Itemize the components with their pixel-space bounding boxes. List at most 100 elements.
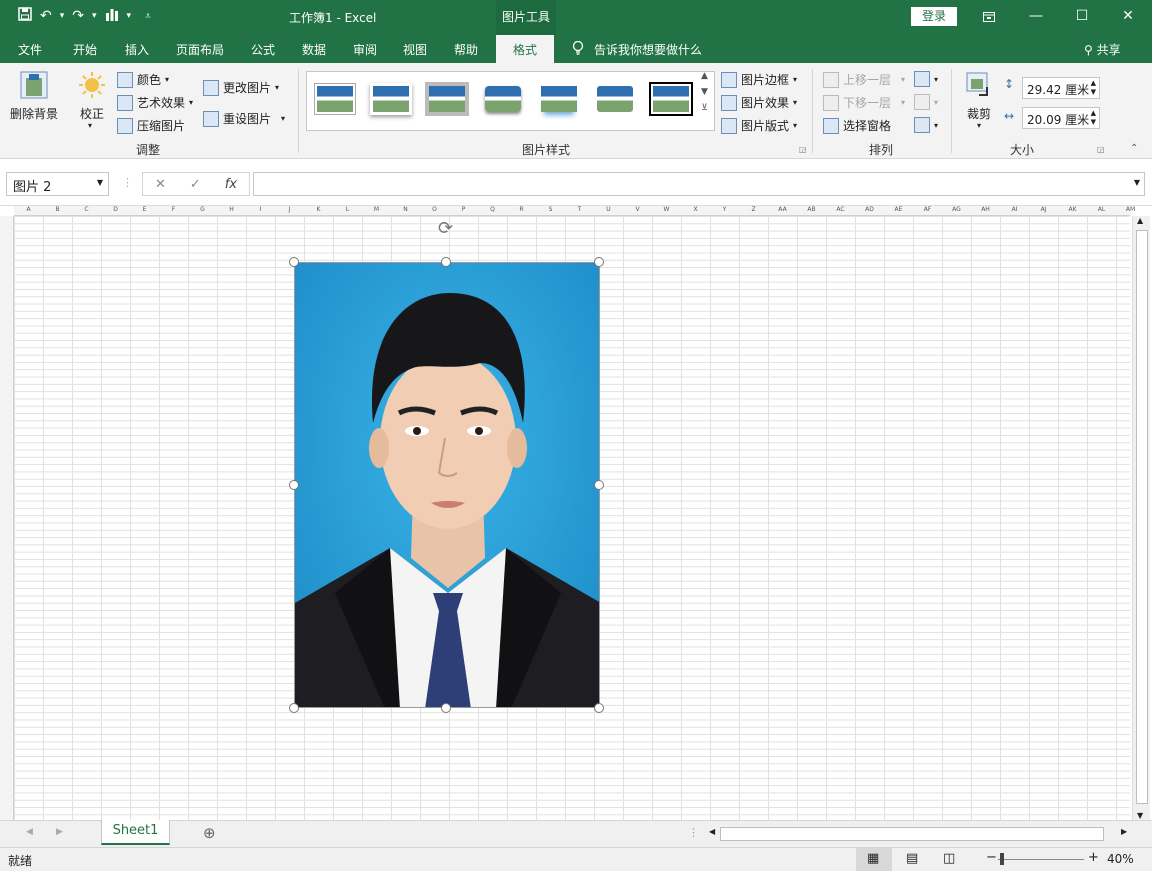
gallery-scroll[interactable]: ▲ ▼ ⊻ [701, 71, 708, 113]
customize-icon[interactable]: ⩡ [145, 11, 151, 22]
minimize-icon[interactable]: — [1013, 0, 1059, 35]
picture-style-1[interactable] [313, 82, 357, 116]
scroll-down-icon[interactable]: ▼ [1137, 811, 1143, 820]
scroll-right-icon[interactable]: ▶ [1121, 827, 1127, 836]
picture-effects-button[interactable]: 图片效果 ▾ [721, 94, 797, 111]
picture-layout-button[interactable]: 图片版式 ▾ [721, 117, 797, 134]
dialog-launcher-icon[interactable]: ◲ [799, 145, 807, 154]
tab-home[interactable]: 开始 [73, 41, 97, 58]
column-header[interactable]: W [652, 206, 681, 213]
column-header[interactable]: O [420, 206, 449, 213]
tell-me-search[interactable]: 告诉我你想要做什么 [572, 40, 702, 58]
rotate-button[interactable]: ▾ [914, 117, 938, 133]
normal-view-button[interactable]: ▦ [856, 848, 892, 871]
resize-handle-top[interactable] [441, 257, 451, 267]
column-header[interactable]: AH [971, 206, 1000, 213]
resize-handle-bottom[interactable] [441, 703, 451, 713]
scroll-down-icon[interactable]: ▼ [701, 87, 708, 97]
spinner-icon[interactable]: ▲ ▼ [1091, 109, 1096, 127]
picture-style-3[interactable] [425, 82, 469, 116]
dropdown-arrow-icon[interactable]: ▾ [92, 11, 97, 21]
undo-icon[interactable]: ↶ [40, 8, 52, 24]
collapse-ribbon-icon[interactable]: ⌃ [1130, 143, 1138, 154]
picture-style-7[interactable] [649, 82, 693, 116]
scroll-left-icon[interactable]: ◀ [709, 827, 715, 836]
remove-background-button[interactable]: 删除背景 [10, 105, 58, 122]
vertical-scrollbar[interactable]: ▲ ▼ [1132, 216, 1150, 820]
column-header[interactable]: T [565, 206, 594, 213]
tab-view[interactable]: 视图 [403, 41, 427, 58]
enter-icon[interactable]: ✓ [190, 177, 201, 192]
column-header[interactable]: AI [1000, 206, 1029, 213]
resize-handle-left[interactable] [289, 480, 299, 490]
shape-width-field[interactable]: 20.09 厘米 ▲ ▼ [1022, 107, 1100, 129]
artistic-effects-button[interactable]: 艺术效果 ▾ [117, 94, 193, 111]
tab-help[interactable]: 帮助 [454, 41, 478, 58]
column-header[interactable]: I [246, 206, 275, 213]
save-icon[interactable] [18, 7, 32, 25]
column-header[interactable]: P [449, 206, 478, 213]
expand-formula-icon[interactable]: ▼ [1134, 178, 1140, 187]
resize-handle-right[interactable] [594, 480, 604, 490]
column-header[interactable]: AC [826, 206, 855, 213]
column-header[interactable]: V [623, 206, 652, 213]
resize-handle-bottom-left[interactable] [289, 703, 299, 713]
column-header[interactable]: AL [1087, 206, 1116, 213]
share-button[interactable]: ⚲ 共享 [1084, 41, 1121, 58]
zoom-slider-thumb[interactable] [1000, 853, 1004, 865]
zoom-out-icon[interactable]: − [986, 850, 997, 865]
resize-handle-top-left[interactable] [289, 257, 299, 267]
tab-insert[interactable]: 插入 [125, 41, 149, 58]
column-header[interactable]: AJ [1029, 206, 1058, 213]
horizontal-scrollbar[interactable] [720, 827, 1104, 841]
dropdown-arrow-icon[interactable]: ▼ [97, 178, 103, 187]
spinner-icon[interactable]: ▲ ▼ [1091, 79, 1096, 97]
resize-handle-bottom-right[interactable] [594, 703, 604, 713]
tab-page-layout[interactable]: 页面布局 [176, 41, 224, 58]
dropdown-arrow-icon[interactable]: ▾ [127, 11, 132, 21]
zoom-in-icon[interactable]: + [1088, 850, 1099, 865]
zoom-level[interactable]: 40% [1107, 852, 1134, 866]
column-header[interactable]: M [362, 206, 391, 213]
dialog-launcher-icon[interactable]: ◲ [1097, 145, 1105, 154]
column-header[interactable]: F [159, 206, 188, 213]
column-header[interactable]: AA [768, 206, 797, 213]
column-header[interactable]: N [391, 206, 420, 213]
picture-border-button[interactable]: 图片边框 ▾ [721, 71, 797, 88]
picture-style-6[interactable] [593, 82, 637, 116]
compress-pictures-button[interactable]: 压缩图片 [117, 117, 185, 134]
column-header[interactable]: Z [739, 206, 768, 213]
tab-data[interactable]: 数据 [302, 41, 326, 58]
resize-handle-top-right[interactable] [594, 257, 604, 267]
column-header[interactable]: AF [913, 206, 942, 213]
cancel-icon[interactable]: ✕ [155, 177, 166, 192]
remove-background-icon[interactable] [20, 71, 48, 104]
zoom-slider[interactable] [998, 859, 1084, 860]
signin-button[interactable]: 登录 [911, 7, 957, 26]
name-box[interactable]: 图片 2 ▼ [6, 172, 109, 196]
sun-icon[interactable] [78, 71, 106, 102]
rotate-handle-icon[interactable]: ⟳ [438, 218, 453, 239]
column-header[interactable]: AK [1058, 206, 1087, 213]
dropdown-arrow-icon[interactable]: ▾ [60, 11, 65, 21]
tab-format[interactable]: 格式 [496, 35, 555, 63]
column-header[interactable]: H [217, 206, 246, 213]
column-header[interactable]: L [333, 206, 362, 213]
picture-style-4[interactable] [481, 82, 525, 116]
tab-file[interactable]: 文件 [18, 41, 42, 58]
send-backward-button[interactable]: 下移一层 ▾ [823, 94, 905, 111]
ribbon-display-icon[interactable] [966, 0, 1012, 35]
shape-height-field[interactable]: 29.42 厘米 ▲ ▼ [1022, 77, 1100, 99]
tab-review[interactable]: 审阅 [353, 41, 377, 58]
column-header[interactable]: E [130, 206, 159, 213]
picture-style-5[interactable] [537, 82, 581, 116]
scroll-thumb[interactable] [1136, 230, 1148, 804]
scroll-up-icon[interactable]: ▲ [701, 71, 708, 81]
crop-icon[interactable] [965, 71, 993, 102]
color-button[interactable]: 颜色 ▾ [117, 71, 169, 88]
column-header[interactable]: AE [884, 206, 913, 213]
insert-function-icon[interactable]: fx [225, 177, 237, 192]
column-header[interactable]: X [681, 206, 710, 213]
next-sheet-icon[interactable]: ▶ [56, 827, 63, 837]
scroll-up-icon[interactable]: ▲ [1137, 216, 1143, 225]
